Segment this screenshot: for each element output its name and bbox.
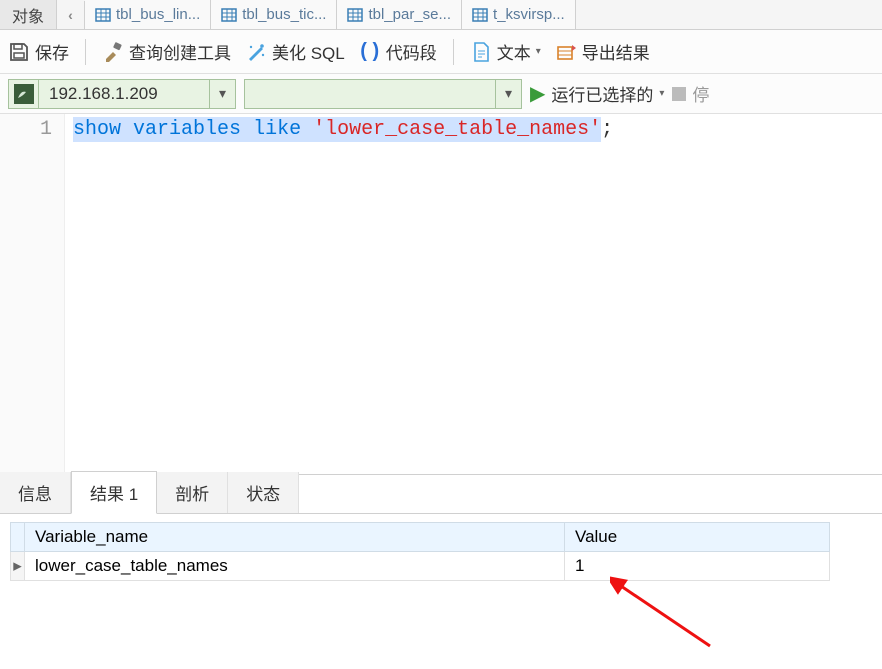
sql-editor[interactable]: 1 show variables like 'lower_case_table_… bbox=[0, 114, 882, 474]
stop-button[interactable]: 停 bbox=[672, 81, 709, 106]
stop-icon bbox=[672, 87, 686, 101]
file-tab-3[interactable]: tbl_par_se... bbox=[337, 0, 462, 29]
col-value[interactable]: Value bbox=[565, 523, 830, 552]
beautify-sql-button[interactable]: 美化 SQL bbox=[245, 39, 345, 64]
row-marker-icon: ▸ bbox=[11, 552, 25, 581]
export-icon bbox=[555, 41, 577, 63]
tab-info[interactable]: 信息 bbox=[0, 472, 71, 513]
play-icon: ▶ bbox=[530, 81, 545, 106]
results-panel: Variable_name Value ▸ lower_case_table_n… bbox=[0, 514, 882, 589]
file-tab-1[interactable]: tbl_bus_lin... bbox=[85, 0, 211, 29]
beautify-label: 美化 SQL bbox=[272, 39, 345, 64]
row-marker-header bbox=[11, 523, 25, 552]
cell-variable-name[interactable]: lower_case_table_names bbox=[25, 552, 565, 581]
toolbar: 保存 查询创建工具 美化 SQL ( ) 代码段 文本 ▾ 导出结果 bbox=[0, 30, 882, 74]
toolbar-separator bbox=[453, 39, 454, 65]
objects-tab[interactable]: 对象 bbox=[0, 0, 57, 29]
save-button[interactable]: 保存 bbox=[8, 39, 69, 64]
save-icon bbox=[8, 41, 30, 63]
table-header-row: Variable_name Value bbox=[11, 523, 830, 552]
file-tab-label: tbl_bus_lin... bbox=[116, 6, 200, 23]
snippet-label: 代码段 bbox=[386, 39, 437, 64]
hammer-icon bbox=[102, 41, 124, 63]
save-label: 保存 bbox=[35, 39, 69, 64]
magic-wand-icon bbox=[245, 41, 267, 63]
file-tab-4[interactable]: t_ksvirsp... bbox=[462, 0, 576, 29]
code-content[interactable]: show variables like 'lower_case_table_na… bbox=[65, 114, 882, 474]
table-icon bbox=[472, 7, 488, 23]
run-selected-button[interactable]: ▶ 运行已选择的 ▾ bbox=[530, 81, 664, 106]
file-tabs-bar: 对象 ‹ tbl_bus_lin... tbl_bus_tic... tbl_p… bbox=[0, 0, 882, 30]
line-gutter: 1 bbox=[0, 114, 65, 474]
table-icon bbox=[95, 7, 111, 23]
toolbar-separator bbox=[85, 39, 86, 65]
export-results-button[interactable]: 导出结果 bbox=[555, 39, 650, 64]
query-builder-button[interactable]: 查询创建工具 bbox=[102, 39, 231, 64]
dropdown-icon: ▾ bbox=[536, 46, 541, 57]
table-icon bbox=[221, 7, 237, 23]
results-tab-bar: 信息 结果 1 剖析 状态 bbox=[0, 474, 882, 514]
export-label: 导出结果 bbox=[582, 39, 650, 64]
file-tab-2[interactable]: tbl_bus_tic... bbox=[211, 0, 337, 29]
code-snippet-button[interactable]: ( ) 代码段 bbox=[359, 39, 437, 64]
annotation-arrow-icon bbox=[610, 576, 730, 656]
parentheses-icon: ( ) bbox=[359, 41, 381, 63]
chevron-down-icon[interactable]: ▾ bbox=[495, 80, 521, 108]
file-tab-label: tbl_bus_tic... bbox=[242, 6, 326, 23]
connection-host: 192.168.1.209 bbox=[39, 84, 209, 104]
chevron-down-icon[interactable]: ▾ bbox=[209, 80, 235, 108]
line-number: 1 bbox=[0, 118, 52, 141]
tabs-back-button[interactable]: ‹ bbox=[57, 1, 85, 29]
text-button[interactable]: 文本 ▾ bbox=[470, 39, 541, 64]
tab-status[interactable]: 状态 bbox=[228, 472, 299, 513]
results-table[interactable]: Variable_name Value ▸ lower_case_table_n… bbox=[10, 522, 830, 581]
file-tab-label: t_ksvirsp... bbox=[493, 6, 565, 23]
stop-label: 停 bbox=[692, 81, 709, 106]
tab-profile[interactable]: 剖析 bbox=[157, 472, 228, 513]
dropdown-icon: ▾ bbox=[659, 88, 664, 99]
tab-result-1[interactable]: 结果 1 bbox=[71, 471, 157, 514]
run-label: 运行已选择的 bbox=[551, 81, 653, 106]
col-variable-name[interactable]: Variable_name bbox=[25, 523, 565, 552]
connection-bar: 192.168.1.209 ▾ ▾ ▶ 运行已选择的 ▾ 停 bbox=[0, 74, 882, 114]
file-tab-label: tbl_par_se... bbox=[368, 6, 451, 23]
database-select[interactable]: ▾ bbox=[244, 79, 522, 109]
connection-icon bbox=[9, 80, 39, 108]
query-builder-label: 查询创建工具 bbox=[129, 39, 231, 64]
document-icon bbox=[470, 41, 492, 63]
chevron-left-icon: ‹ bbox=[68, 7, 73, 23]
text-label: 文本 bbox=[497, 39, 531, 64]
table-icon bbox=[347, 7, 363, 23]
connection-select[interactable]: 192.168.1.209 ▾ bbox=[8, 79, 236, 109]
